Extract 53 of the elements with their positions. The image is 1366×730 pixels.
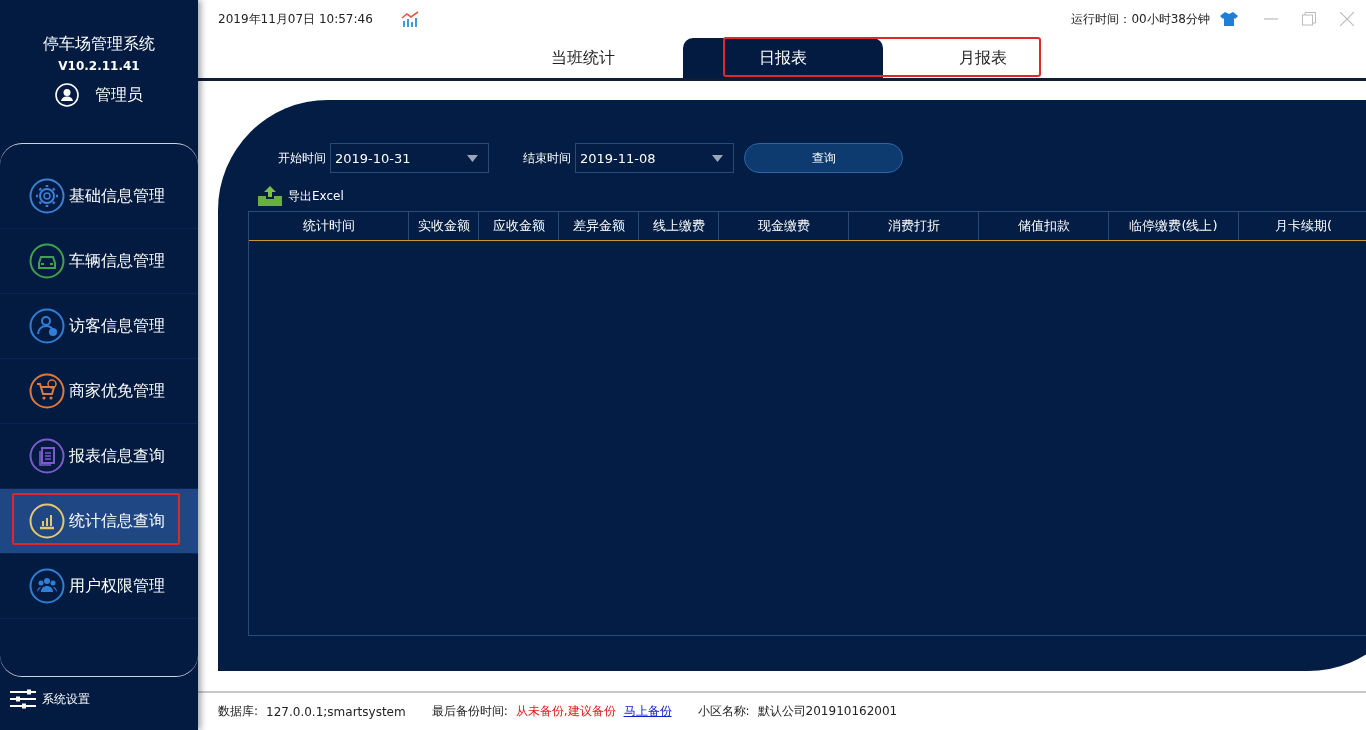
settings-item[interactable]: 系统设置: [0, 677, 198, 709]
shirt-icon[interactable]: [1220, 12, 1238, 26]
community-value: 默认公司201910162001: [757, 703, 898, 720]
column-header: 实收金额: [409, 212, 479, 240]
column-header: 统计时间: [249, 212, 409, 240]
datetime: 2019年11月07日 10:57:46: [218, 10, 373, 28]
nav-item[interactable]: 用户权限管理: [0, 554, 198, 619]
nav-item[interactable]: 统计信息查询: [0, 489, 198, 554]
app-version: V10.2.11.41: [58, 59, 140, 73]
minimize-icon[interactable]: [1264, 18, 1278, 20]
close-icon[interactable]: [1340, 12, 1354, 26]
community-label: 小区名称:: [697, 703, 750, 720]
column-header: 消费打折: [849, 212, 979, 240]
column-header: 现金缴费: [719, 212, 849, 240]
chart-icon: [29, 503, 65, 539]
start-date-dropdown[interactable]: 2019-10-31: [330, 143, 489, 173]
column-header: 储值扣款: [979, 212, 1109, 240]
end-date-dropdown[interactable]: 2019-11-08: [575, 143, 734, 173]
column-header: 临停缴费(线上): [1109, 212, 1239, 240]
backup-now-link[interactable]: 马上备份: [623, 703, 672, 720]
column-header: 月卡续期(: [1239, 212, 1366, 240]
app-title: 停车场管理系统: [43, 34, 155, 55]
tab[interactable]: 日报表: [683, 38, 883, 78]
column-header: 线上缴费: [639, 212, 719, 240]
end-time-label: 结束时间: [523, 149, 571, 167]
gear-icon: [29, 178, 65, 214]
column-header: 应收金额: [479, 212, 559, 240]
start-time-label: 开始时间: [278, 149, 326, 167]
nav-item[interactable]: 车辆信息管理: [0, 229, 198, 294]
database-label: 数据库:: [218, 703, 259, 720]
chart-icon[interactable]: [400, 11, 419, 27]
car-icon: [29, 243, 65, 279]
runtime-text: 运行时间：00小时38分钟: [1071, 10, 1210, 28]
backup-warning: 从未备份,建议备份: [515, 703, 616, 720]
column-header: 差异金额: [559, 212, 639, 240]
users-icon: [29, 568, 65, 604]
database-value: 127.0.0.1;smartsystem: [266, 704, 406, 719]
user-icon: [55, 83, 79, 107]
query-button[interactable]: 查询: [744, 143, 903, 173]
upload-icon: [258, 186, 282, 206]
maximize-icon[interactable]: [1302, 12, 1316, 26]
backup-label: 最后备份时间:: [431, 703, 508, 720]
nav-item[interactable]: 商家优免管理: [0, 359, 198, 424]
user-name: 管理员: [95, 84, 143, 106]
nav-item[interactable]: 访客信息管理: [0, 294, 198, 359]
export-button[interactable]: 导出Excel: [258, 186, 344, 206]
caret-icon: [712, 154, 723, 162]
report-icon: [29, 438, 65, 474]
cart-icon: [29, 373, 65, 409]
sliders-icon: [10, 689, 36, 709]
visitor-icon: [29, 308, 65, 344]
caret-icon: [467, 154, 478, 162]
nav-item[interactable]: 基础信息管理: [0, 164, 198, 229]
